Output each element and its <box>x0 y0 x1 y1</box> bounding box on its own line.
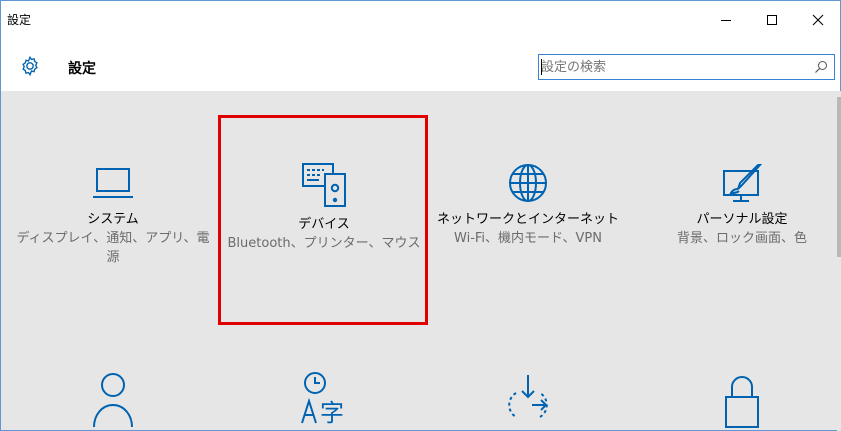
maximize-button[interactable] <box>749 1 795 39</box>
title-bar: 設定 <box>1 1 840 39</box>
devices-icon <box>302 163 346 207</box>
search-box[interactable] <box>538 54 835 80</box>
maximize-icon <box>767 15 777 25</box>
svg-text:字: 字 <box>320 399 344 427</box>
tile-description: Wi-Fi、機内モード、VPN <box>454 231 602 246</box>
tile-update-security[interactable] <box>428 371 628 431</box>
gear-icon <box>22 55 38 77</box>
time-language-icon: 字 <box>301 372 344 427</box>
tile-privacy[interactable] <box>642 371 841 431</box>
close-button[interactable] <box>795 1 841 39</box>
tile-personalization[interactable]: パーソナル設定 背景、ロック画面、色 <box>642 161 841 248</box>
window-title: 設定 <box>7 13 32 27</box>
search-input[interactable] <box>539 55 806 79</box>
tile-label: パーソナル設定 <box>696 212 788 227</box>
tile-label: ネットワークとインターネット <box>436 212 619 227</box>
update-icon <box>508 375 548 418</box>
minimize-button[interactable] <box>703 1 749 39</box>
minimize-icon <box>721 20 731 21</box>
close-icon <box>812 14 824 26</box>
search-icon[interactable] <box>814 60 828 74</box>
tile-devices[interactable]: デバイス Bluetooth、プリンター、マウス <box>224 158 424 253</box>
tile-time-language[interactable]: 字 <box>224 371 424 431</box>
laptop-icon <box>93 168 133 198</box>
personalization-icon <box>723 164 763 202</box>
tile-system[interactable]: システム ディスプレイ、通知、アプリ、電源 <box>13 161 213 267</box>
tile-description: 背景、ロック画面、色 <box>676 231 807 246</box>
page-title: 設定 <box>68 61 96 77</box>
tile-accounts[interactable] <box>13 371 213 431</box>
tile-description: Bluetooth、プリンター、マウス <box>227 236 421 251</box>
globe-icon <box>509 164 547 202</box>
settings-header: 設定 <box>1 39 840 91</box>
tile-description: ディスプレイ、通知、アプリ、電源 <box>16 231 210 265</box>
tile-network[interactable]: ネットワークとインターネット Wi-Fi、機内モード、VPN <box>428 161 628 248</box>
tile-label: デバイス <box>298 217 350 232</box>
person-icon <box>93 373 133 428</box>
lock-icon <box>725 376 759 428</box>
tile-label: システム <box>87 212 139 227</box>
settings-window: 設定 設定 設定の検索 システム ディスプレイ、通知、アプリ、電源 デバイス B… <box>0 0 841 431</box>
